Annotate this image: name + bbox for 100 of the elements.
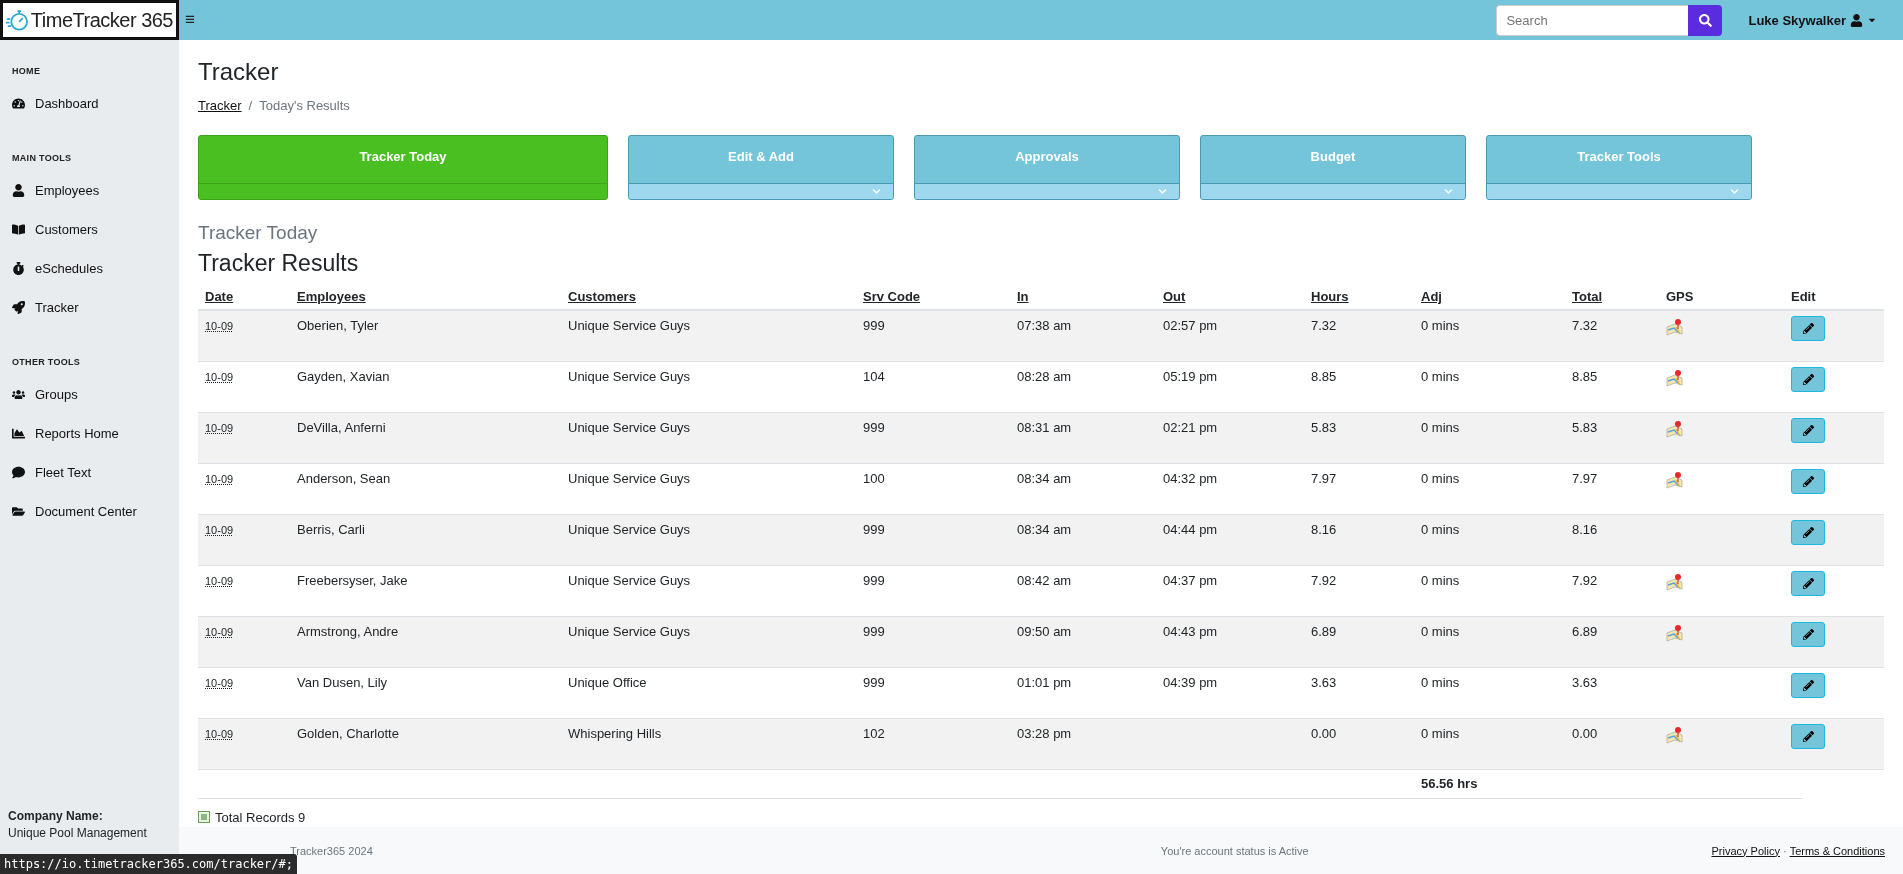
account-status: You're account status is Active: [1159, 844, 1310, 857]
time-out-cell: 04:37 pm: [1163, 572, 1218, 588]
pencil-icon: [1802, 475, 1814, 487]
time-out-cell: 02:57 pm: [1163, 318, 1218, 333]
area-chart-icon: [12, 427, 25, 440]
table-title: Tracker Results: [198, 250, 360, 277]
adjustment-cell: 0 mins: [1421, 470, 1460, 486]
sidebar-item[interactable]: Document Center: [0, 492, 179, 531]
hours-cell: 8.85: [1311, 368, 1337, 384]
total-cell: 8.16: [1572, 521, 1598, 537]
time-in-cell: 08:28 am: [1017, 368, 1072, 384]
total-cell: 7.97: [1572, 470, 1598, 486]
link-separator: ·: [1782, 844, 1787, 857]
chevron-icon: [1158, 187, 1167, 196]
customer-cell: Whispering Hills: [568, 725, 662, 741]
map-pin-icon[interactable]: [1666, 368, 1684, 387]
edit-button[interactable]: [1791, 621, 1825, 647]
sidebar-item[interactable]: Tracker: [0, 288, 179, 327]
customer-cell: Unique Service Guys: [568, 572, 691, 588]
time-in-cell: 09:50 am: [1017, 623, 1072, 639]
date-cell: 10-09: [205, 320, 234, 332]
sidebar-item[interactable]: Customers: [0, 210, 179, 249]
adjustment-cell: 0 mins: [1421, 419, 1460, 435]
person-icon: [1850, 13, 1863, 27]
adjustment-cell: 0 mins: [1421, 521, 1460, 537]
logo[interactable]: TimeTracker 365: [0, 0, 179, 40]
employee-cell: Golden, Charlotte: [297, 725, 399, 741]
time-in-cell: 08:34 am: [1017, 521, 1072, 537]
time-in-cell: 08:34 am: [1017, 470, 1072, 486]
time-out-cell: 04:39 pm: [1163, 674, 1218, 690]
total-cell: 5.83: [1572, 419, 1598, 435]
section-heading: OTHER TOOLS: [11, 357, 82, 367]
people-icon: [12, 388, 25, 401]
edit-button[interactable]: [1791, 519, 1825, 545]
page-title: Tracker: [198, 58, 280, 86]
map-pin-icon[interactable]: [1666, 572, 1684, 591]
section-title: Tracker Today: [198, 222, 319, 244]
map-pin-icon[interactable]: [1666, 419, 1684, 438]
customer-cell: Unique Service Guys: [568, 521, 691, 537]
sidebar-item[interactable]: eSchedules: [0, 249, 179, 288]
sidebar-item[interactable]: Employees: [0, 171, 179, 210]
edit-button[interactable]: [1791, 468, 1825, 494]
total-cell: 8.85: [1572, 368, 1598, 384]
sidebar-item[interactable]: Groups: [0, 375, 179, 414]
search-field[interactable]: Search: [1496, 4, 1689, 36]
hours-cell: 3.63: [1311, 674, 1337, 690]
edit-button[interactable]: [1791, 366, 1825, 392]
breadcrumb-link[interactable]: Tracker: [198, 98, 242, 113]
adjustment-cell: 0 mins: [1421, 725, 1460, 741]
edit-button[interactable]: [1791, 316, 1825, 341]
time-out-cell: 04:43 pm: [1163, 623, 1218, 639]
employee-cell: Berris, Carli: [297, 521, 365, 537]
search-icon: [1698, 13, 1712, 27]
spreadsheet-icon[interactable]: [198, 811, 210, 823]
time-in-cell: 07:38 am: [1017, 318, 1072, 333]
pencil-icon: [1802, 577, 1814, 589]
menu-icon[interactable]: ≡: [185, 10, 195, 30]
user-menu[interactable]: Luke Skywalker: [1742, 11, 1883, 29]
time-out-cell: 02:21 pm: [1163, 419, 1218, 435]
section-heading: HOME: [11, 66, 42, 76]
record-count: Total Records 9: [215, 809, 306, 825]
sidebar-item[interactable]: Dashboard: [0, 84, 179, 123]
code-cell: 104: [863, 368, 885, 384]
hours-cell: 7.92: [1311, 572, 1337, 588]
hours-cell: 5.83: [1311, 419, 1337, 435]
time-out-cell: 04:32 pm: [1163, 470, 1218, 486]
edit-button[interactable]: [1791, 570, 1825, 596]
map-pin-icon[interactable]: [1666, 470, 1684, 489]
time-out-cell: 04:44 pm: [1163, 521, 1218, 537]
map-pin-icon[interactable]: [1666, 318, 1684, 336]
code-cell: 999: [863, 623, 885, 639]
edit-button[interactable]: [1791, 723, 1825, 749]
sidebar-item[interactable]: Fleet Text: [0, 453, 179, 492]
copyright-text: Tracker365 2024: [290, 844, 374, 857]
footer-link[interactable]: Privacy Policy: [1711, 844, 1780, 857]
link-url-tooltip: https://io.timetracker365.com/tracker/#;: [0, 854, 297, 874]
adjustment-cell: 0 mins: [1421, 623, 1460, 639]
hours-cell: 8.16: [1311, 521, 1337, 537]
edit-button[interactable]: [1791, 417, 1825, 443]
employee-cell: DeVilla, Anferni: [297, 419, 386, 435]
code-cell: 999: [863, 572, 885, 588]
map-pin-icon[interactable]: [1666, 725, 1684, 744]
code-cell: 999: [863, 521, 885, 537]
time-in-cell: 01:01 pm: [1017, 674, 1072, 690]
adjustment-cell: 0 mins: [1421, 674, 1460, 690]
chevron-icon: [1730, 187, 1739, 196]
breadcrumb-text: Today's Results: [259, 98, 350, 113]
edit-button[interactable]: [1791, 672, 1825, 698]
company-name: Unique Pool Management: [8, 826, 148, 840]
company-label: Company Name:: [8, 809, 104, 823]
logo-text: TimeTracker 365: [30, 8, 173, 32]
search-button[interactable]: [1688, 4, 1723, 36]
person-icon: [12, 184, 25, 197]
pencil-icon: [1802, 323, 1814, 334]
map-pin-icon[interactable]: [1666, 623, 1684, 642]
date-cell: 10-09: [205, 472, 234, 485]
footer-link[interactable]: Terms & Conditions: [1789, 844, 1885, 857]
chevron-icon: [872, 187, 881, 196]
sidebar-item[interactable]: Reports Home: [0, 414, 179, 453]
employee-cell: Van Dusen, Lily: [297, 674, 388, 690]
